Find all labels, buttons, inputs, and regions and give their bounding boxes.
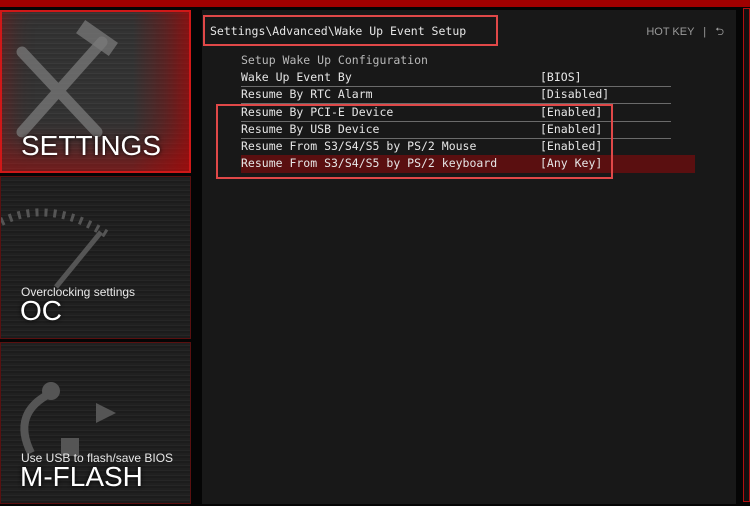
annotation-box-resume-options xyxy=(216,104,613,179)
section-title: Setup Wake Up Configuration xyxy=(241,53,428,67)
sidebar-item-settings[interactable]: SETTINGS xyxy=(0,10,191,173)
sidebar-title: M-FLASH xyxy=(20,461,143,492)
setting-row-rtc-alarm[interactable]: Resume By RTC Alarm [Disabled] xyxy=(241,86,671,104)
hotkey-button[interactable]: HOT KEY xyxy=(646,26,694,38)
sidebar-title: SETTINGS xyxy=(21,130,162,161)
sidebar-title: OC xyxy=(20,295,62,326)
setting-label: Resume By RTC Alarm xyxy=(241,87,373,101)
setting-value[interactable]: [BIOS] xyxy=(540,70,582,84)
separator: | xyxy=(703,26,707,38)
annotation-box-breadcrumb xyxy=(203,15,498,46)
top-bar xyxy=(0,0,750,7)
settings-panel: Settings\Advanced\Wake Up Event Setup HO… xyxy=(202,10,736,504)
back-arrow-icon[interactable]: ⮌ xyxy=(715,26,724,38)
setting-row-wake-up-event-by[interactable]: Wake Up Event By [BIOS] xyxy=(241,69,671,87)
setting-value[interactable]: [Disabled] xyxy=(540,87,609,101)
setting-label: Wake Up Event By xyxy=(241,70,352,84)
scrollbar[interactable] xyxy=(743,8,750,502)
sidebar-item-oc[interactable]: Overclocking settings OC xyxy=(0,176,191,339)
sidebar-item-m-flash[interactable]: Use USB to flash/save BIOS M-FLASH xyxy=(0,342,191,504)
hotkey-bar: HOT KEY | ⮌ xyxy=(640,23,724,42)
